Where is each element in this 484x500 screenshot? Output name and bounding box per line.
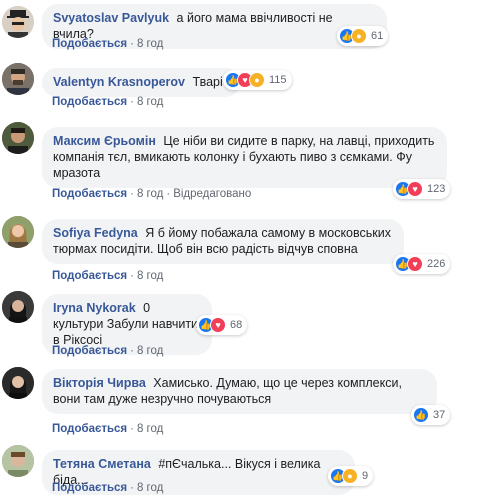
reaction-summary[interactable]: 👍 ♥ 68 [196,315,248,335]
edited-label[interactable]: Відредаговано [173,188,251,200]
reaction-count: 68 [230,319,243,331]
comment-actions: Подобається · 8 год [52,482,164,494]
comment-time[interactable]: 8 год [137,345,163,357]
avatar[interactable] [2,216,34,248]
comment-time[interactable]: 8 год [137,423,163,435]
comment-bubble: Вікторія Чирва Хамисько. Думаю, що це че… [42,369,437,414]
comment-time[interactable]: 8 год [137,188,163,200]
comment-actions: Подобається · 8 год · Відредаговано [52,188,252,200]
reaction-summary[interactable]: 👍 ♥ ● 115 [223,70,292,90]
like-button[interactable]: Подобається [52,96,127,108]
avatar[interactable] [2,122,34,154]
reaction-count: 115 [269,74,287,86]
avatar[interactable] [2,6,34,38]
avatar[interactable] [2,63,34,95]
reaction-count: 226 [427,258,446,270]
comment-actions: Подобається · 8 год [52,270,164,282]
reaction-count: 61 [371,30,384,42]
comment-text: Тварі [192,75,223,89]
comment-time[interactable]: 8 год [137,270,163,282]
comment-bubble: Максим Єрьомін Це ніби ви сидите в парку… [42,127,447,188]
haha-icon: ● [342,468,358,484]
like-button[interactable]: Подобається [52,345,127,357]
reaction-summary[interactable]: 👍 37 [411,405,451,425]
like-button[interactable]: Подобається [52,482,127,494]
comment-time[interactable]: 8 год [137,96,163,108]
avatar[interactable] [2,291,34,323]
comment-author[interactable]: Svyatoslav Pavlyuk [53,11,169,25]
comment-author[interactable]: Максим Єрьомін [53,134,156,148]
like-icon: 👍 [413,407,429,423]
reaction-summary[interactable]: 👍 ● 61 [337,26,389,46]
comment-author[interactable]: Тетяна Сметана [53,457,151,471]
love-icon: ♥ [210,317,226,333]
like-button[interactable]: Подобається [52,270,127,282]
love-icon: ♥ [407,256,423,272]
like-button[interactable]: Подобається [52,38,127,50]
comment-author[interactable]: Sofiya Fedyna [53,226,138,240]
love-icon: ♥ [407,181,423,197]
reaction-count: 37 [433,409,446,421]
comment-time[interactable]: 8 год [137,482,163,494]
comment-actions: Подобається · 8 год [52,345,164,357]
comment-bubble: Sofiya Fedyna Я б йому побажала самому в… [42,219,404,264]
avatar[interactable] [2,445,34,477]
comment-author[interactable]: Valentyn Krasnoperov [53,75,185,89]
comment-bubble: Valentyn Krasnoperov Тварі [42,68,240,97]
comment-author[interactable]: Iryna Nykorak [53,301,136,315]
reaction-summary[interactable]: 👍 ♥ 226 [393,254,451,274]
like-button[interactable]: Подобається [52,188,127,200]
avatar[interactable] [2,367,34,399]
reaction-summary[interactable]: 👍 ● 9 [328,466,374,486]
comment-actions: Подобається · 8 год [52,96,164,108]
comment-actions: Подобається · 8 год [52,423,164,435]
reaction-count: 123 [427,183,446,195]
like-button[interactable]: Подобається [52,423,127,435]
haha-icon: ● [249,72,265,88]
comment-actions: Подобається · 8 год [52,38,164,50]
comment-time[interactable]: 8 год [137,38,163,50]
reaction-count: 9 [362,470,369,482]
wow-icon: ● [351,28,367,44]
reaction-summary[interactable]: 👍 ♥ 123 [393,179,451,199]
comment-author[interactable]: Вікторія Чирва [53,376,146,390]
